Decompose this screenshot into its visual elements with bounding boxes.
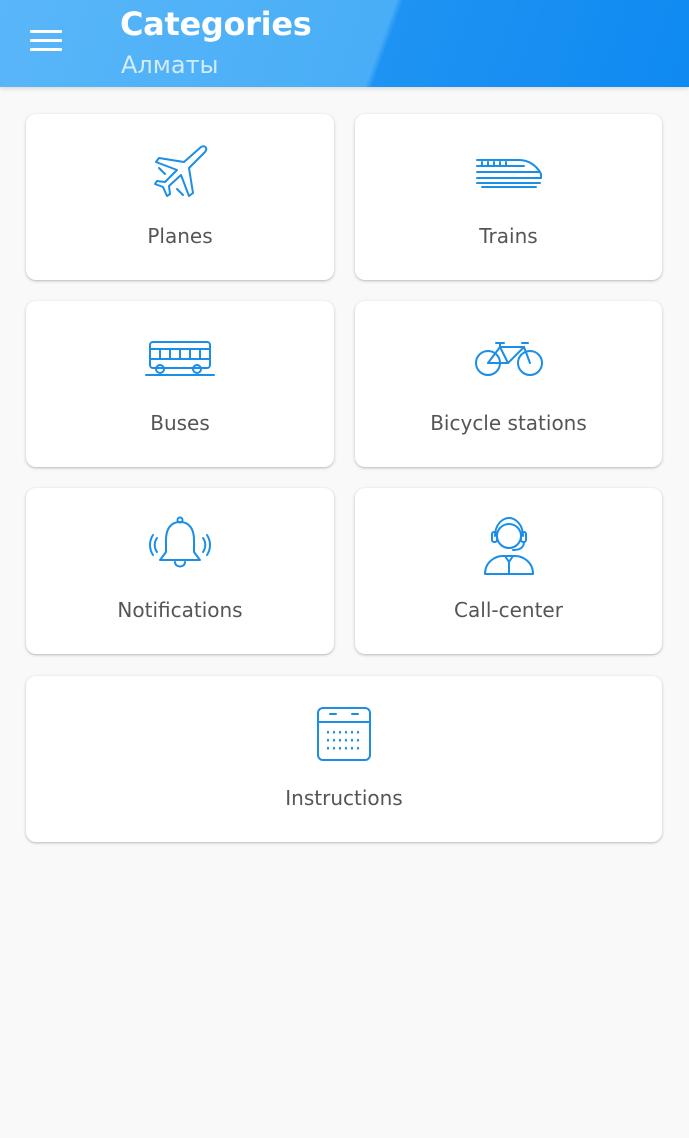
train-icon: [469, 142, 549, 202]
category-label: Planes: [147, 224, 213, 248]
bus-icon: [140, 329, 220, 389]
category-label: Buses: [150, 411, 210, 435]
bicycle-icon: [469, 329, 549, 389]
category-card-call-center[interactable]: Call-center: [355, 488, 662, 654]
city-subtitle: Алматы: [121, 51, 219, 79]
category-label: Notifications: [117, 598, 243, 622]
category-card-buses[interactable]: Buses: [26, 301, 334, 467]
hamburger-menu-icon[interactable]: [30, 29, 62, 53]
category-label: Trains: [479, 224, 538, 248]
category-card-planes[interactable]: Planes: [26, 114, 334, 280]
category-card-instructions[interactable]: Instructions: [26, 676, 662, 842]
category-card-bicycle-stations[interactable]: Bicycle stations: [355, 301, 662, 467]
category-card-notifications[interactable]: Notifications: [26, 488, 334, 654]
airplane-icon: [140, 142, 220, 202]
category-label: Instructions: [285, 786, 403, 810]
category-card-trains[interactable]: Trains: [355, 114, 662, 280]
bell-icon: [140, 516, 220, 576]
headset-operator-icon: [469, 516, 549, 576]
category-label: Bicycle stations: [430, 411, 587, 435]
page-title: Categories: [120, 5, 312, 43]
calendar-icon: [304, 704, 384, 764]
app-bar: Categories Алматы: [0, 0, 689, 87]
category-label: Call-center: [454, 598, 563, 622]
